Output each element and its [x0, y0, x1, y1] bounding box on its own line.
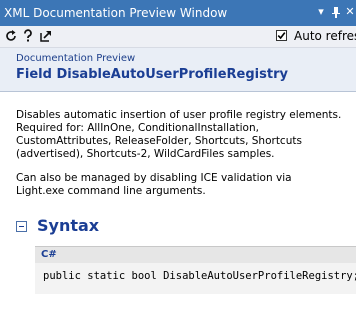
code-language-label: C# [41, 249, 57, 260]
note-line: Light.exe command line arguments. [16, 185, 206, 197]
dropdown-icon[interactable]: ▾ [314, 4, 328, 20]
doc-header: Documentation Preview Field DisableAutoU… [0, 48, 356, 92]
navigate-icon[interactable] [39, 29, 53, 43]
note-line: Can also be managed by disabling ICE val… [16, 172, 292, 184]
code-language-bar: C# [35, 247, 356, 263]
pin-icon[interactable] [329, 4, 343, 20]
auto-refresh-checkbox[interactable] [276, 30, 287, 41]
help-icon[interactable] [21, 29, 35, 43]
syntax-heading: Syntax [37, 216, 100, 235]
close-icon[interactable]: ✕ [343, 4, 356, 20]
description-line: CustomAttributes, ReleaseFolder, Shortcu… [16, 135, 302, 147]
toolbar: Auto refresh [0, 26, 356, 48]
description-line: Required for: AllInOne, ConditionalInsta… [16, 122, 259, 134]
auto-refresh-label: Auto refresh [294, 29, 356, 43]
refresh-icon[interactable] [4, 29, 18, 43]
preview-subtitle: Documentation Preview [16, 53, 136, 64]
code-block: C# public static bool DisableAutoUserPro… [35, 246, 356, 294]
page-title: Field DisableAutoUserProfileRegistry [16, 67, 288, 82]
code-snippet: public static bool DisableAutoUserProfil… [43, 270, 356, 282]
collapse-syntax-icon[interactable] [16, 221, 27, 232]
description-line: Disables automatic insertion of user pro… [16, 109, 342, 121]
window-title: XML Documentation Preview Window [4, 6, 228, 20]
description-line: (advertised), Shortcuts-2, WildCardFiles… [16, 148, 275, 160]
title-bar: XML Documentation Preview Window ▾ ✕ [0, 0, 356, 26]
